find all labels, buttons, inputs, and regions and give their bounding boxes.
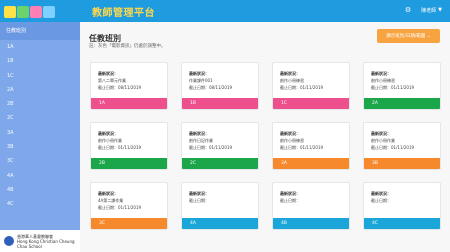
- due-date: 截止日期：08/11/2019: [189, 85, 233, 90]
- status-value: 第八二單元作業: [98, 78, 126, 83]
- status-label: 最新狀況：: [189, 191, 209, 196]
- page-note: 註：灰色「電影資訊」仍處於調整中。: [89, 44, 166, 49]
- status-value: 創作日記作業: [189, 138, 213, 143]
- due-date: 截止日期：08/11/2019: [98, 85, 142, 90]
- status-label: 最新狀況：: [371, 191, 391, 196]
- due-date: 截止日期：01/11/2019: [280, 145, 324, 150]
- gear-icon[interactable]: ⚙: [405, 6, 411, 14]
- class-card[interactable]: 最新狀況： 截止日期： 4B: [272, 182, 350, 230]
- class-label: 3B: [364, 158, 440, 169]
- status-label: 最新狀況：: [280, 71, 300, 76]
- status-value: 創作小冊作業: [371, 138, 395, 143]
- status-label: 最新狀況：: [189, 131, 209, 136]
- class-label: 1C: [273, 98, 349, 109]
- sidebar-item-1c[interactable]: 1C: [0, 69, 80, 83]
- class-card[interactable]: 最新狀況： 創作小冊練習截止日期：01/11/2019 1C: [272, 62, 350, 110]
- class-label: 2B: [91, 158, 167, 169]
- main-content: 任教班別 註：灰色「電影資訊」仍處於調整中。 顯示班別/日期/範圍 ⌄ 最新狀況…: [80, 22, 450, 252]
- class-label: 2C: [182, 158, 258, 169]
- due-date: 截止日期：: [371, 198, 391, 203]
- due-date: 截止日期：01/11/2019: [189, 145, 233, 150]
- sidebar-item-3b[interactable]: 3B: [0, 140, 80, 154]
- sidebar-title: 任教班別: [0, 22, 80, 40]
- class-card[interactable]: 最新狀況： 截止日期： 4C: [363, 182, 441, 230]
- school-name-line2: Hong Kong Christian Cheung Chau School: [17, 238, 75, 249]
- due-date: 截止日期：01/11/2019: [371, 85, 415, 90]
- due-date: 截止日期：01/11/2019: [98, 145, 142, 150]
- status-value: 4A第二課作業: [98, 198, 124, 203]
- status-label: 最新狀況：: [371, 71, 391, 76]
- user-name: 陳老師: [421, 7, 437, 14]
- sidebar-item-1b[interactable]: 1B: [0, 54, 80, 68]
- sidebar-item-2b[interactable]: 2B: [0, 97, 80, 111]
- class-card[interactable]: 最新狀況： 創作小冊練習截止日期：01/11/2019 3A: [272, 122, 350, 170]
- sidebar-item-4c[interactable]: 4C: [0, 197, 80, 211]
- school-emblem-icon: [4, 236, 14, 246]
- due-date: 截止日期：: [280, 198, 300, 203]
- status-label: 最新狀況：: [98, 191, 118, 196]
- class-label: 4B: [273, 218, 349, 229]
- user-menu[interactable]: 陳老師 ▼: [421, 7, 442, 14]
- class-card[interactable]: 最新狀況： 創作日記作業截止日期：01/11/2019 2C: [181, 122, 259, 170]
- status-value: 創作小冊練習: [280, 78, 304, 83]
- sidebar-item-2a[interactable]: 2A: [0, 83, 80, 97]
- status-value: 創作小冊練習: [371, 78, 395, 83]
- status-value: 創作小冊作業: [98, 138, 122, 143]
- class-label: 1B: [182, 98, 258, 109]
- sidebar-item-4b[interactable]: 4B: [0, 183, 80, 197]
- sidebar-item-1a[interactable]: 1A: [0, 40, 80, 54]
- status-value: 作業課件001: [189, 78, 213, 83]
- status-label: 最新狀況：: [98, 71, 118, 76]
- class-card[interactable]: 最新狀況： 創作小冊作業截止日期：01/11/2019 2B: [90, 122, 168, 170]
- class-label: 3C: [91, 218, 167, 229]
- due-date: 截止日期：: [189, 198, 209, 203]
- app-title: 教師管理平台: [92, 8, 155, 19]
- sidebar-item-3c[interactable]: 3C: [0, 154, 80, 168]
- class-card[interactable]: 最新狀況： 第八二單元作業截止日期：08/11/2019 1A: [90, 62, 168, 110]
- status-label: 最新狀況：: [189, 71, 209, 76]
- chevron-down-icon: ▼: [438, 7, 442, 13]
- class-label: 4C: [364, 218, 440, 229]
- sidebar-item-4a[interactable]: 4A: [0, 169, 80, 183]
- due-date: 截止日期：01/11/2019: [371, 145, 415, 150]
- status-label: 最新狀況：: [280, 191, 300, 196]
- status-value: 創作小冊練習: [280, 138, 304, 143]
- class-card[interactable]: 最新狀況： 創作小冊練習截止日期：01/11/2019 2A: [363, 62, 441, 110]
- class-card[interactable]: 最新狀況： 創作小冊作業截止日期：01/11/2019 3B: [363, 122, 441, 170]
- due-date: 截止日期：01/11/2019: [280, 85, 324, 90]
- status-label: 最新狀況：: [371, 131, 391, 136]
- class-label: 3A: [273, 158, 349, 169]
- status-label: 最新狀況：: [280, 131, 300, 136]
- class-label: 1A: [91, 98, 167, 109]
- app-logo[interactable]: [4, 3, 56, 19]
- sidebar: 任教班別 1A 1B 1C 2A 2B 2C 3A 3B 3C 4A 4B 4C…: [0, 22, 80, 252]
- due-date: 截止日期：01/11/2019: [98, 205, 142, 210]
- class-card[interactable]: 最新狀況： 作業課件001 截止日期：08/11/2019 1B: [181, 62, 259, 110]
- class-card[interactable]: 最新狀況： 截止日期： 4A: [181, 182, 259, 230]
- switch-view-button[interactable]: 顯示班別/日期/範圍 ⌄: [377, 29, 440, 43]
- class-label: 4A: [182, 218, 258, 229]
- school-logo: 香港華人基督教聯會 Hong Kong Christian Cheung Cha…: [0, 230, 80, 252]
- sidebar-item-3a[interactable]: 3A: [0, 126, 80, 140]
- top-bar: 教師管理平台 ⚙ 陳老師 ▼: [0, 0, 450, 22]
- class-label: 2A: [364, 98, 440, 109]
- class-card[interactable]: 最新狀況： 4A第二課作業截止日期：01/11/2019 3C: [90, 182, 168, 230]
- sidebar-item-2c[interactable]: 2C: [0, 111, 80, 125]
- status-label: 最新狀況：: [98, 131, 118, 136]
